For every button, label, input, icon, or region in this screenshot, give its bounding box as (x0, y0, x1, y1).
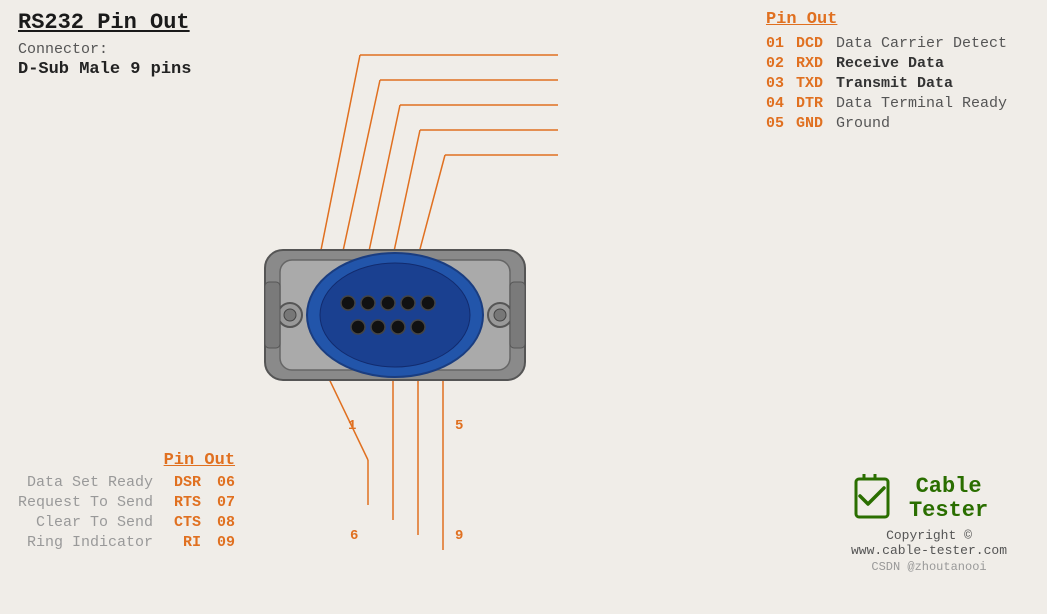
top-pin-out-title: Pin Out (766, 10, 1007, 29)
pin-number: 05 (766, 115, 796, 132)
top-pin-out-section: Pin Out 01 DCD Data Carrier Detect 02 RX… (766, 10, 1007, 135)
pin-number: 08 (205, 514, 235, 531)
pin-abbr: DSR (161, 474, 201, 491)
top-pin-row: 01 DCD Data Carrier Detect (766, 35, 1007, 52)
cable-tester-logo-section: CableTester Copyright © www.cable-tester… (851, 474, 1007, 574)
pin-label-6: 6 (350, 528, 358, 544)
connector-image-area: 1 5 6 9 (260, 220, 530, 420)
pin-description: Clear To Send (36, 514, 153, 531)
top-left-section: RS232 Pin Out Connector: D-Sub Male 9 pi… (18, 10, 191, 79)
pin-description: Transmit Data (836, 75, 953, 92)
bottom-pin-row: Ring Indicator RI 09 (18, 534, 235, 551)
top-pin-row: 05 GND Ground (766, 115, 1007, 132)
pin-number: 03 (766, 75, 796, 92)
pin-label-5: 5 (455, 418, 463, 434)
bottom-pin-out-title: Pin Out (18, 451, 235, 470)
top-pin-row: 02 RXD Receive Data (766, 55, 1007, 72)
pin-description: Receive Data (836, 55, 944, 72)
pin-number: 01 (766, 35, 796, 52)
pin-abbr: DTR (796, 95, 836, 112)
cable-tester-logo: CableTester (851, 474, 1007, 524)
pin-label-1: 1 (348, 418, 356, 434)
pin-number: 07 (205, 494, 235, 511)
pin-number: 02 (766, 55, 796, 72)
cable-tester-icon (851, 474, 901, 524)
pin-abbr: GND (796, 115, 836, 132)
pin-description: Data Terminal Ready (836, 95, 1007, 112)
bottom-pin-row: Data Set Ready DSR 06 (18, 474, 235, 491)
pin-abbr: DCD (796, 35, 836, 52)
bottom-pin-out-section: Pin Out Data Set Ready DSR 06 Request To… (18, 451, 235, 554)
top-pin-row: 04 DTR Data Terminal Ready (766, 95, 1007, 112)
pin-abbr: RI (161, 534, 201, 551)
bottom-pin-row: Request To Send RTS 07 (18, 494, 235, 511)
pin-abbr: CTS (161, 514, 201, 531)
pin-abbr: RTS (161, 494, 201, 511)
pin-description: Ring Indicator (27, 534, 153, 551)
pin-description: Request To Send (18, 494, 153, 511)
pin-number: 06 (205, 474, 235, 491)
bottom-pin-row: Clear To Send CTS 08 (18, 514, 235, 531)
pin-abbr: TXD (796, 75, 836, 92)
copyright: Copyright © (851, 528, 1007, 543)
top-pin-row: 03 TXD Transmit Data (766, 75, 1007, 92)
pin-label-9: 9 (455, 528, 463, 544)
pin-description: Data Carrier Detect (836, 35, 1007, 52)
connector-svg (260, 220, 530, 400)
website-url: www.cable-tester.com (851, 543, 1007, 558)
pin-number: 09 (205, 534, 235, 551)
pin-number: 04 (766, 95, 796, 112)
pin-description: Ground (836, 115, 890, 132)
csdn-attribution: CSDN @zhoutanooi (851, 560, 1007, 574)
pin-description: Data Set Ready (27, 474, 153, 491)
pin-abbr: RXD (796, 55, 836, 72)
cable-tester-name: CableTester (909, 475, 988, 523)
connector-type: D-Sub Male 9 pins (18, 60, 191, 79)
connector-label: Connector: (18, 41, 191, 58)
page-title: RS232 Pin Out (18, 10, 191, 35)
